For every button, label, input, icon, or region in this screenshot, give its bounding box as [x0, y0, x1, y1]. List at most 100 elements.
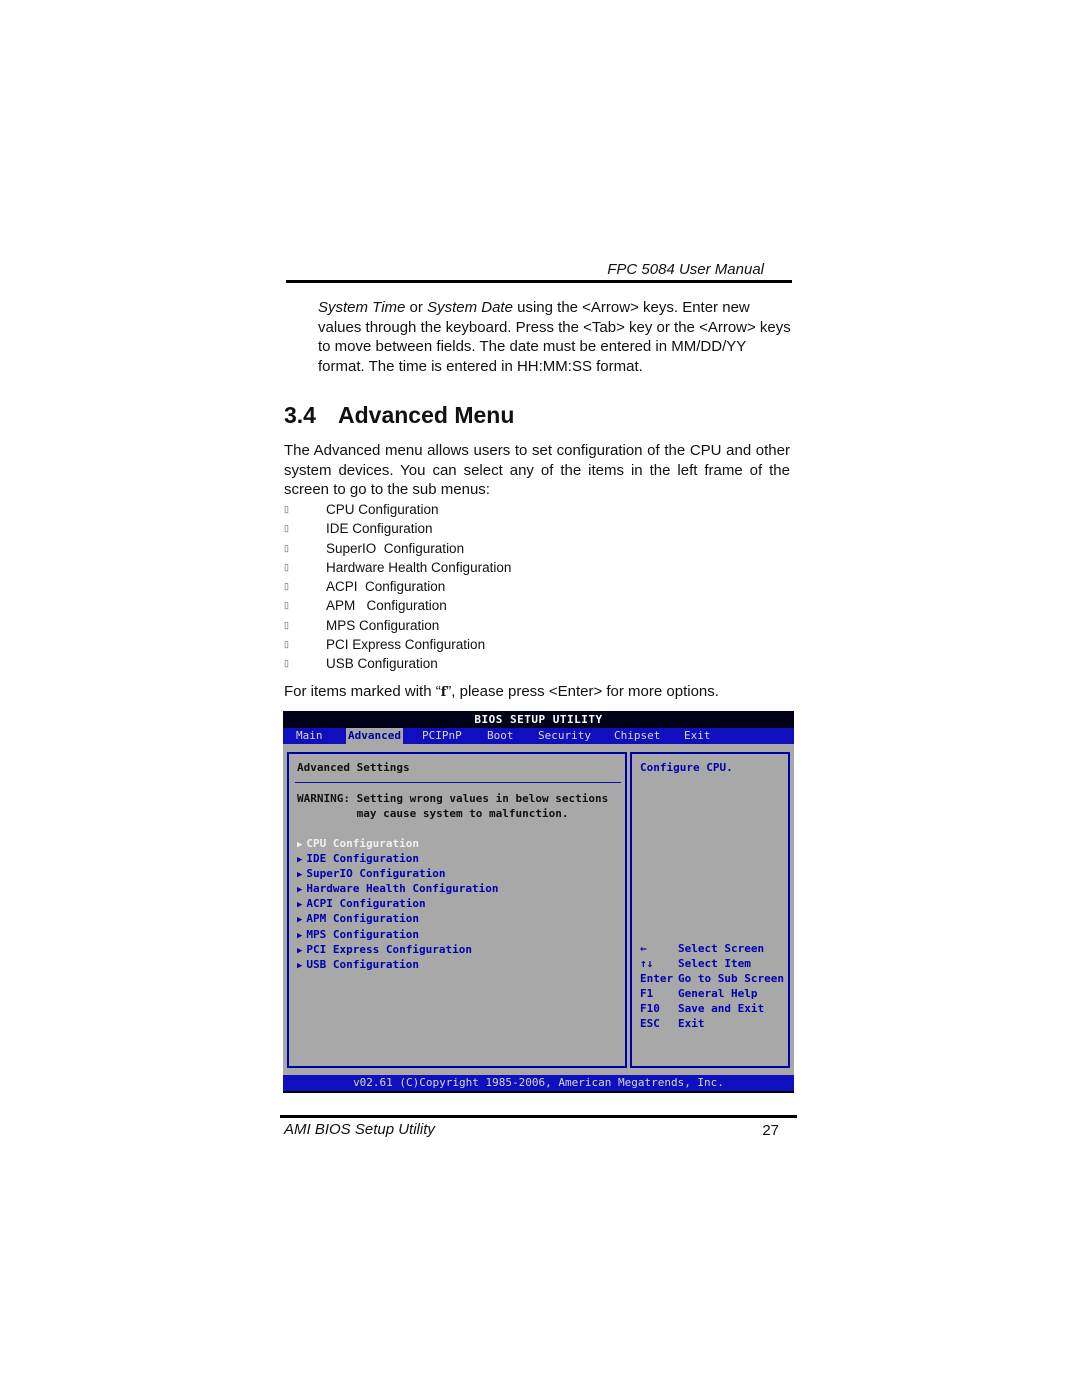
bullet-icon: ▯ — [284, 581, 289, 592]
bios-tab-exit[interactable]: Exit — [682, 728, 713, 744]
submenu-note: For items marked with “f”, please press … — [284, 682, 790, 703]
intro-em-system-time: System Time — [318, 299, 406, 316]
key-action: Save and Exit — [678, 1002, 765, 1016]
section-title: Advanced Menu — [338, 402, 515, 428]
bios-title-bar: BIOS SETUP UTILITY — [283, 711, 794, 728]
running-footer: AMI BIOS Setup Utility — [284, 1121, 435, 1138]
bullet-item: ▯ CPU Configuration — [284, 500, 511, 519]
bios-help-text: Configure CPU. — [640, 761, 733, 774]
key-action: Go to Sub Screen — [678, 972, 784, 986]
intro-or: or — [405, 299, 428, 316]
key-action: Exit — [678, 1017, 705, 1031]
bullet-label: MPS Configuration — [326, 617, 440, 633]
bios-submenu-label: MPS Configuration — [306, 927, 420, 941]
bullet-item: ▯ MPS Configuration — [284, 616, 511, 635]
section-description: The Advanced menu allows users to set co… — [284, 442, 790, 498]
key-legend-row: F1 General Help — [640, 986, 784, 1001]
key-action: Select Item — [678, 957, 751, 971]
key-left-arrow-icon: ← — [640, 942, 647, 955]
bios-submenu-label: USB Configuration — [306, 957, 420, 971]
header-rule — [286, 280, 792, 283]
intro-em-system-date: System Date — [427, 299, 513, 316]
submenu-arrow-icon: ▶ — [297, 960, 303, 971]
intro-paragraph: System Time or System Date using the <Ar… — [318, 298, 796, 376]
bios-submenu-label: PCI Express Configuration — [306, 942, 472, 956]
bios-submenu-label: ACPI Configuration — [306, 897, 426, 911]
note-before: For items marked with “ — [284, 683, 441, 700]
bios-pane-heading: Advanced Settings — [297, 761, 410, 774]
bios-submenu-item-acpi[interactable]: ▶ ACPI Configuration — [297, 896, 498, 911]
bios-submenu-label: SuperIO Configuration — [306, 867, 446, 881]
submenu-arrow-icon: ▶ — [297, 930, 303, 941]
submenu-arrow-icon: ▶ — [297, 900, 303, 911]
bullet-icon: ▯ — [284, 542, 289, 553]
bullet-icon: ▯ — [284, 658, 289, 669]
bios-tab-main[interactable]: Main — [294, 728, 325, 744]
bullet-label: USB Configuration — [326, 656, 438, 672]
bios-submenu-item-hardware-health[interactable]: ▶ Hardware Health Configuration — [297, 881, 498, 896]
running-header: FPC 5084 User Manual — [607, 261, 764, 278]
page-number: 27 — [762, 1122, 779, 1139]
submenu-arrow-icon: ▶ — [297, 915, 303, 926]
submenu-bullet-list: ▯ CPU Configuration ▯ IDE Configuration ▯ S… — [284, 500, 511, 674]
key-f1: F1 — [640, 987, 654, 1001]
bios-submenu-label: Hardware Health Configuration — [306, 882, 499, 896]
key-legend-row: F10 Save and Exit — [640, 1001, 784, 1016]
key-action: General Help — [678, 987, 758, 1001]
key-legend-row: ESC Exit — [640, 1016, 784, 1031]
key-enter: Enter — [640, 972, 674, 986]
bullet-label: APM Configuration — [326, 598, 447, 614]
note-after: ”, please press <Enter> for more options… — [446, 683, 719, 700]
bullet-item: ▯ IDE Configuration — [284, 519, 511, 538]
bios-key-legend: ← Select Screen ↑↓ Select Item Enter Go to … — [640, 941, 784, 1032]
bullet-item: ▯ Hardware Health Configuration — [284, 558, 511, 577]
bullet-icon: ▯ — [284, 600, 289, 611]
bios-submenu-item-superio[interactable]: ▶ SuperIO Configuration — [297, 866, 498, 881]
bios-submenu-label: APM Configuration — [306, 912, 420, 926]
key-legend-row: ↑↓ Select Item — [640, 956, 784, 971]
key-f10: F10 — [640, 1002, 660, 1016]
bullet-icon: ▯ — [284, 561, 289, 572]
key-action: Select Screen — [678, 942, 765, 955]
bios-warning: WARNING: Setting wrong values in below s… — [297, 792, 609, 820]
bullet-icon: ▯ — [284, 504, 289, 514]
bios-submenu-item-cpu[interactable]: ▶ CPU Configuration — [297, 836, 498, 851]
submenu-arrow-icon: ▶ — [297, 945, 303, 956]
key-esc: ESC — [640, 1017, 660, 1031]
bios-submenu-label: IDE Configuration — [306, 852, 420, 866]
bullet-item: ▯ USB Configuration — [284, 654, 511, 673]
bullet-icon: ▯ — [284, 639, 289, 650]
bios-submenu-item-apm[interactable]: ▶ APM Configuration — [297, 911, 498, 926]
submenu-arrow-icon: ▶ — [297, 885, 303, 896]
bullet-item: ▯ PCI Express Configuration — [284, 635, 511, 654]
bullet-label: ACPI Configuration — [326, 579, 446, 595]
bullet-label: Hardware Health Configuration — [326, 559, 512, 575]
bios-settings-pane: Advanced Settings WARNING: Setting wrong… — [287, 752, 627, 1068]
bios-menu-bar: Main Advanced PCIPnP Boot Security Chips… — [283, 728, 794, 744]
bullet-label: PCI Express Configuration — [326, 637, 486, 653]
footer-rule — [280, 1115, 797, 1118]
section-heading: 3.4 Advanced Menu — [284, 402, 514, 429]
bullet-icon: ▯ — [284, 523, 289, 534]
bios-tab-security[interactable]: Security — [536, 728, 593, 744]
bios-copyright-bar: v02.61 (C)Copyright 1985-2006, American … — [283, 1075, 794, 1091]
bios-heading-rule — [295, 782, 621, 783]
submenu-arrow-icon: ▶ — [297, 855, 303, 866]
bios-tab-advanced[interactable]: Advanced — [346, 728, 403, 744]
bios-submenu-list: ▶ CPU Configuration ▶ IDE Configuration ▶ S… — [297, 836, 498, 972]
bios-help-pane: Configure CPU. ← Select Screen ↑↓ Select I… — [630, 752, 790, 1068]
bios-submenu-item-usb[interactable]: ▶ USB Configuration — [297, 957, 498, 972]
bios-tab-boot[interactable]: Boot — [485, 728, 516, 744]
bios-submenu-item-ide[interactable]: ▶ IDE Configuration — [297, 851, 498, 866]
bios-tab-chipset[interactable]: Chipset — [612, 728, 662, 744]
bios-screenshot: BIOS SETUP UTILITY Main Advanced PCIPnP … — [283, 711, 794, 1093]
bullet-item: ▯ ACPI Configuration — [284, 577, 511, 596]
bullet-item: ▯ APM Configuration — [284, 596, 511, 615]
bullet-icon: ▯ — [284, 619, 289, 630]
bios-submenu-item-pci-express[interactable]: ▶ PCI Express Configuration — [297, 942, 498, 957]
bios-submenu-item-mps[interactable]: ▶ MPS Configuration — [297, 927, 498, 942]
bios-submenu-label: CPU Configuration — [306, 837, 420, 850]
bios-bottom-border — [283, 1091, 794, 1093]
bios-tab-pcipnp[interactable]: PCIPnP — [420, 728, 464, 744]
submenu-arrow-icon: ▶ — [297, 840, 303, 850]
